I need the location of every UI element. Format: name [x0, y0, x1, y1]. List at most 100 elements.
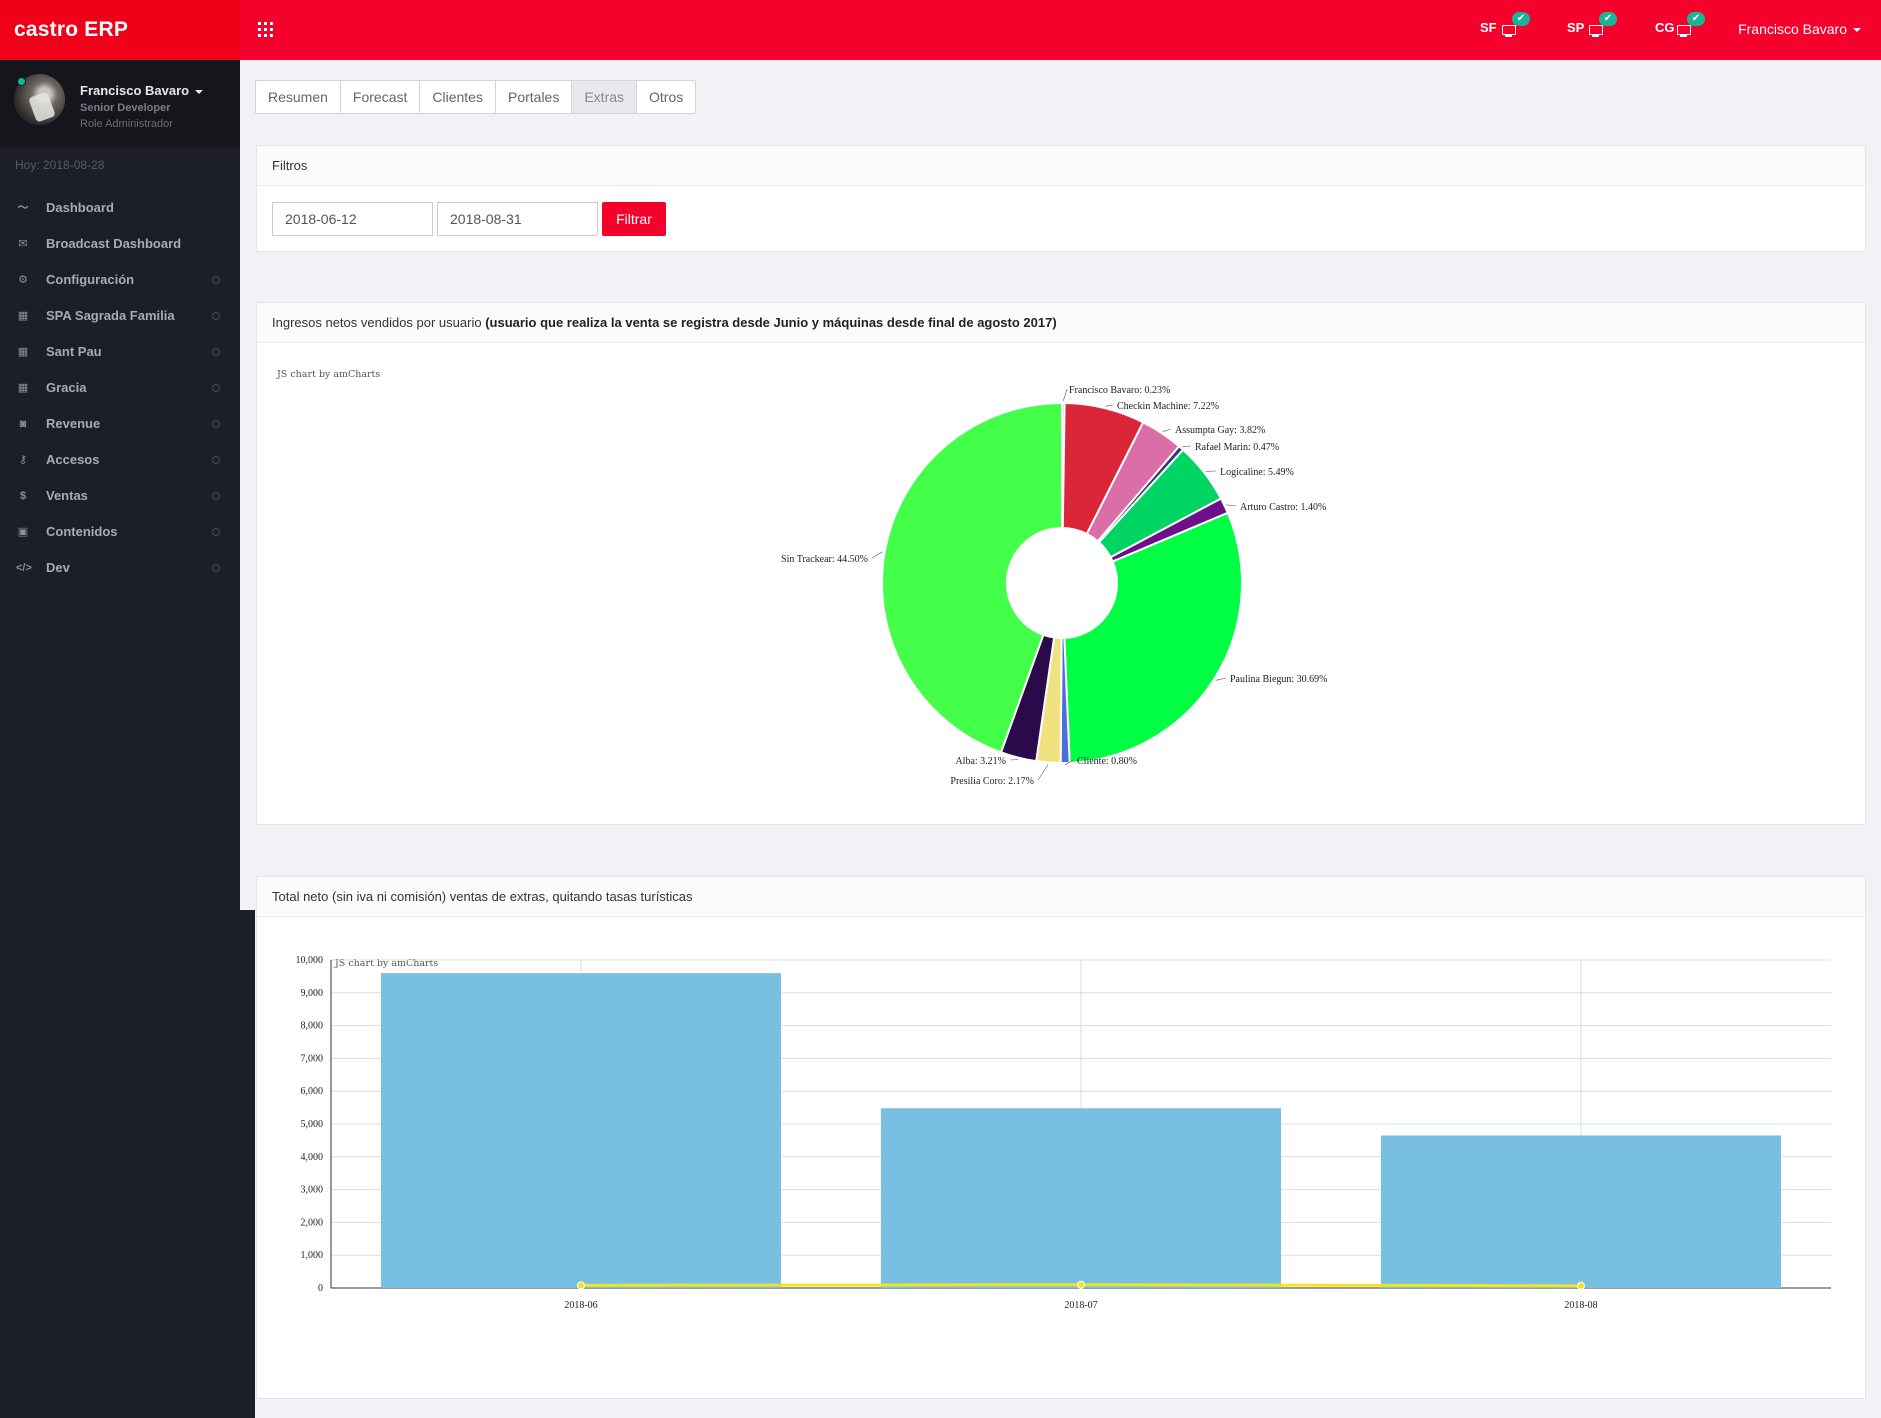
- sidebar-item-dashboard[interactable]: 〜 Dashboard: [0, 190, 240, 226]
- x-tick-label: 2018-07: [1064, 1300, 1097, 1311]
- tab-extras[interactable]: Extras: [571, 80, 638, 114]
- sidebar: Francisco Bavaro Senior Developer Role A…: [0, 60, 240, 952]
- filter-button[interactable]: Filtrar: [602, 202, 666, 236]
- sidebar-item-broadcast-dashboard[interactable]: ✉ Broadcast Dashboard: [0, 226, 240, 262]
- envelope-icon: ✉: [18, 238, 28, 250]
- check-icon: ✔: [1512, 12, 1530, 26]
- y-tick-label: 2,000: [301, 1217, 324, 1228]
- pie-slice-label: Paulina Biegun: 30.69%: [1230, 674, 1328, 685]
- sidebar-item-spa-sagrada-familia[interactable]: ▦ SPA Sagrada Familia: [0, 298, 240, 334]
- y-tick-label: 7,000: [301, 1053, 324, 1064]
- pie-slice-label: Alba: 3.21%: [955, 756, 1006, 767]
- sidebar-item-revenue[interactable]: ◙ Revenue: [0, 406, 240, 442]
- top-navbar: castro ERP SF ✔ SP ✔ CG ✔ Francisco Bava…: [0, 0, 1881, 60]
- user-menu[interactable]: Francisco Bavaro: [1738, 21, 1861, 37]
- check-icon: ✔: [1599, 12, 1617, 26]
- tab-otros[interactable]: Otros: [636, 80, 697, 114]
- status-sp[interactable]: SP ✔: [1567, 12, 1617, 40]
- sidebar-item-configuración[interactable]: ⚙ Configuración: [0, 262, 240, 298]
- sidebar-item-label: Contenidos: [46, 524, 118, 539]
- pie-slice-label: Assumpta Gay: 3.82%: [1175, 425, 1265, 436]
- image-icon: ▣: [17, 526, 29, 538]
- user-profile: Francisco Bavaro Senior Developer Role A…: [0, 60, 240, 148]
- status-cg[interactable]: CG ✔: [1655, 12, 1705, 40]
- expand-indicator-icon: [212, 312, 220, 320]
- y-tick-label: 10,000: [296, 955, 324, 966]
- tab-resumen[interactable]: Resumen: [255, 80, 341, 114]
- section-tabs: Resumen Forecast Clientes Portales Extras Otr…: [255, 80, 697, 114]
- y-tick-label: 5,000: [301, 1119, 324, 1130]
- online-status-icon: [17, 77, 26, 86]
- line-point[interactable]: [577, 1281, 585, 1290]
- filters-panel: Filtros Filtrar: [256, 145, 1866, 252]
- sidebar-item-label: Revenue: [46, 416, 101, 431]
- today-date: Hoy: 2018-08-28: [15, 158, 105, 172]
- sidebar-item-label: Dashboard: [46, 200, 114, 215]
- pie-slice-label: Rafael Marin: 0.47%: [1195, 442, 1279, 453]
- apps-grid-icon[interactable]: [258, 22, 273, 37]
- status-label: CG: [1655, 20, 1675, 35]
- pie-slice-label: Francisco Bavaro: 0.23%: [1069, 385, 1170, 396]
- tab-portales[interactable]: Portales: [494, 80, 573, 114]
- monitor-icon: [1589, 25, 1603, 37]
- profile-name[interactable]: Francisco Bavaro: [80, 83, 204, 98]
- bar[interactable]: [1381, 1135, 1781, 1288]
- x-tick-label: 2018-08: [1564, 1300, 1597, 1311]
- pie-chart-title: Ingresos netos vendidos por usuario (usu…: [257, 303, 1865, 343]
- y-tick-label: 0: [318, 1283, 323, 1294]
- expand-indicator-icon: [212, 348, 220, 356]
- date-to-input[interactable]: [437, 202, 598, 236]
- bar-chart: JS chart by amCharts 01,0002,0003,0004,0…: [296, 955, 1831, 1311]
- pie-leader-line: [1063, 388, 1068, 402]
- sidebar-item-contenidos[interactable]: ▣ Contenidos: [0, 514, 240, 550]
- bar-chart-panel: Total neto (sin iva ni comisión) ventas …: [256, 876, 1866, 1399]
- pie-leader-line: [1162, 428, 1172, 432]
- expand-indicator-icon: [212, 276, 220, 284]
- check-icon: ✔: [1687, 12, 1705, 26]
- pie-leader-line: [1182, 445, 1192, 447]
- money-icon: ◙: [19, 418, 27, 430]
- expand-indicator-icon: [212, 528, 220, 536]
- line-point[interactable]: [1577, 1281, 1585, 1290]
- pie-slice[interactable]: [1063, 511, 1243, 764]
- line-point[interactable]: [1077, 1280, 1085, 1289]
- amcharts-credit[interactable]: JS chart by amCharts: [276, 369, 380, 380]
- key-icon: ⚷: [18, 454, 28, 466]
- tab-clientes[interactable]: Clientes: [419, 80, 496, 114]
- pie-leader-line: [1215, 677, 1227, 681]
- caret-down-icon: [195, 89, 204, 94]
- sidebar-nav: 〜 Dashboard ✉ Broadcast Dashboard ⚙ Configura…: [0, 190, 240, 586]
- sidebar-item-label: Ventas: [46, 488, 88, 503]
- sidebar-item-label: Sant Pau: [46, 344, 102, 359]
- sidebar-item-label: Broadcast Dashboard: [46, 236, 182, 251]
- brand-logo[interactable]: castro ERP: [0, 0, 240, 60]
- bar[interactable]: [881, 1108, 1281, 1288]
- y-tick-label: 4,000: [301, 1152, 324, 1163]
- sidebar-item-accesos[interactable]: ⚷ Accesos: [0, 442, 240, 478]
- monitor-icon: [1502, 25, 1516, 37]
- bar[interactable]: [381, 973, 781, 1288]
- sidebar-item-ventas[interactable]: $ Ventas: [0, 478, 240, 514]
- status-label: SP: [1567, 20, 1585, 35]
- profile-role: Senior Developer: [80, 102, 171, 114]
- pie-leader-line: [1105, 404, 1114, 407]
- status-label: SF: [1480, 20, 1497, 35]
- tab-forecast[interactable]: Forecast: [339, 80, 421, 114]
- sidebar-item-gracia[interactable]: ▦ Gracia: [0, 370, 240, 406]
- pie-chart-panel: Ingresos netos vendidos por usuario (usu…: [256, 302, 1866, 825]
- caret-down-icon: [1853, 28, 1861, 33]
- gear-icon: ⚙: [18, 274, 28, 286]
- status-sf[interactable]: SF ✔: [1480, 12, 1530, 40]
- sidebar-item-sant-pau[interactable]: ▦ Sant Pau: [0, 334, 240, 370]
- expand-indicator-icon: [212, 564, 220, 572]
- sidebar-item-dev[interactable]: </> Dev: [0, 550, 240, 586]
- chart-line-icon: 〜: [17, 202, 29, 214]
- expand-indicator-icon: [212, 384, 220, 392]
- sidebar-item-label: Accesos: [46, 452, 100, 467]
- building-icon: ▦: [17, 310, 29, 322]
- y-tick-label: 1,000: [301, 1250, 324, 1261]
- x-tick-label: 2018-06: [564, 1300, 597, 1311]
- date-from-input[interactable]: [272, 202, 433, 236]
- pie-slice-label: Logicaline: 5.49%: [1220, 467, 1294, 478]
- y-tick-label: 9,000: [301, 988, 324, 999]
